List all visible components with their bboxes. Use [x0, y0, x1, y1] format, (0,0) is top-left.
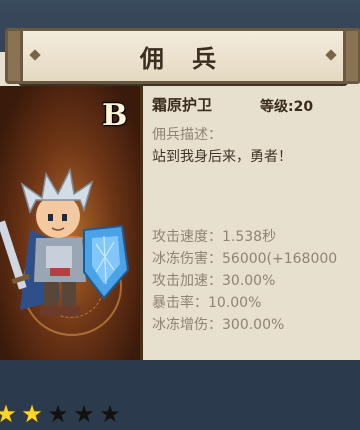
star-empty-icon: ★: [73, 400, 95, 428]
stat-label: 冰冻增伤: [152, 317, 208, 333]
grade-badge: B: [102, 98, 128, 133]
level-display: 等级:20: [260, 96, 313, 116]
star-filled-icon: ★: [21, 400, 43, 428]
mercenary-card[interactable]: B ★ ★ ★ ★ ★: [0, 86, 143, 426]
stat-row: 暴击率：10.00%: [152, 292, 261, 312]
description-text: 站到我身后来，勇者！: [152, 149, 292, 165]
level-label: 等级: [260, 99, 288, 115]
stat-label: 暴击率: [152, 295, 194, 311]
star-filled-icon: ★: [0, 400, 17, 428]
stat-value: ：30.00%: [208, 273, 276, 289]
hero-portrait: [0, 167, 130, 316]
title-banner: 佣 兵: [5, 28, 360, 84]
stat-value: ：1.538秒: [208, 229, 277, 245]
stat-row: 冰冻伤害：56000(+168000: [152, 248, 337, 268]
stat-label: 攻击速度: [152, 229, 208, 245]
page-title: 佣 兵: [139, 45, 227, 73]
stat-row: 攻击速度：1.538秒: [152, 226, 276, 246]
star-rating: ★ ★ ★ ★ ★: [0, 402, 134, 430]
stat-value: ：10.00%: [194, 295, 262, 311]
stat-value: ：56000(+168000: [208, 251, 338, 267]
level-value: :20: [288, 99, 314, 115]
star-empty-icon: ★: [99, 400, 121, 428]
mercenary-name: 霜原护卫: [152, 96, 213, 114]
stat-row: 冰冻增伤：300.00%: [152, 314, 284, 334]
stat-row: 攻击加速：30.00%: [152, 270, 275, 290]
stat-label: 攻击加速: [152, 273, 208, 289]
description-label: 佣兵描述：: [152, 127, 222, 143]
stat-value: ：300.00%: [208, 317, 285, 333]
stat-label: 冰冻伤害: [152, 251, 208, 267]
banner-right-cap: [343, 28, 360, 84]
star-empty-icon: ★: [47, 400, 69, 428]
